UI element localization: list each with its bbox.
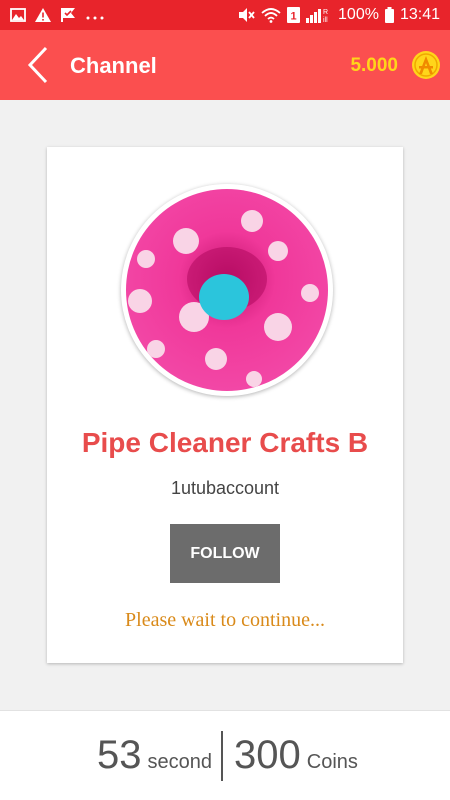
channel-name: Pipe Cleaner Crafts B bbox=[81, 427, 369, 458]
wait-message: Please wait to continue... bbox=[125, 609, 325, 631]
svg-text:1: 1 bbox=[290, 11, 296, 23]
more-dots-icon bbox=[86, 16, 104, 20]
back-button[interactable] bbox=[20, 46, 60, 84]
sim-1-icon: 1 bbox=[287, 7, 301, 23]
app-bar: Channel 5.000 bbox=[0, 30, 450, 100]
channel-account: 1utubaccount bbox=[170, 478, 280, 498]
seconds-unit: second bbox=[147, 751, 213, 773]
back-arrow-icon bbox=[27, 46, 48, 84]
page-title: Channel bbox=[70, 53, 157, 78]
avatar-image bbox=[126, 189, 328, 391]
follow-button[interactable]: FOLLOW bbox=[170, 524, 280, 583]
reward-readout: 300 Coins bbox=[234, 733, 358, 778]
divider bbox=[221, 731, 223, 781]
status-left-icons bbox=[10, 7, 105, 23]
wifi-icon bbox=[261, 8, 281, 23]
seconds-value: 53 bbox=[97, 733, 142, 777]
bottom-bar: 53 second 300 Coins bbox=[0, 710, 450, 800]
coin-balance: 5.000 bbox=[350, 55, 398, 76]
image-icon bbox=[10, 8, 26, 22]
channel-card: Pipe Cleaner Crafts B 1utubaccount FOLLO… bbox=[47, 147, 403, 663]
svg-text:R: R bbox=[323, 9, 328, 16]
coin-icon bbox=[412, 51, 440, 79]
channel-avatar bbox=[121, 184, 333, 396]
status-right-icons: 1 R ill 100% 13:41 bbox=[237, 5, 440, 25]
coins-unit: Coins bbox=[306, 751, 358, 773]
status-bar: 1 R ill 100% 13:41 bbox=[0, 0, 450, 30]
battery-icon bbox=[384, 7, 394, 23]
mute-icon bbox=[239, 8, 255, 22]
svg-text:ill: ill bbox=[323, 17, 328, 23]
coins-value: 300 bbox=[234, 733, 301, 777]
status-time: 13:41 bbox=[399, 6, 440, 23]
check-flag-icon bbox=[61, 8, 75, 22]
timer-readout: 53 second bbox=[97, 733, 212, 778]
warning-icon bbox=[35, 8, 51, 22]
signal-icon: R ill bbox=[306, 9, 328, 23]
battery-percent: 100% bbox=[338, 6, 379, 23]
